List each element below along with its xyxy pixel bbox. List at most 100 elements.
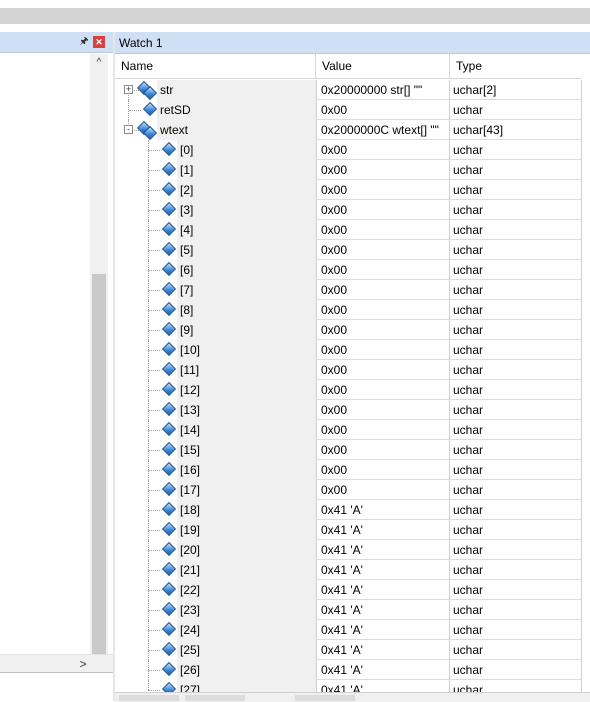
- watch-row[interactable]: [0] 0x00 uchar: [115, 140, 582, 160]
- value-cell[interactable]: 0x41 'A': [316, 560, 450, 580]
- close-icon[interactable]: ✕: [93, 36, 105, 48]
- value-cell[interactable]: 0x00: [316, 460, 450, 480]
- name-cell[interactable]: [22]: [115, 580, 316, 600]
- left-horizontal-scrollbar[interactable]: >: [0, 654, 113, 673]
- watch-row[interactable]: [22] 0x41 'A' uchar: [115, 580, 582, 600]
- watch-row[interactable]: [14] 0x00 uchar: [115, 420, 582, 440]
- watch-row[interactable]: [11] 0x00 uchar: [115, 360, 582, 380]
- bottom-tab[interactable]: [185, 695, 245, 701]
- name-cell[interactable]: [0]: [115, 140, 316, 160]
- value-cell[interactable]: 0x00: [316, 280, 450, 300]
- scroll-up-icon[interactable]: ^: [90, 54, 108, 72]
- watch-row[interactable]: [19] 0x41 'A' uchar: [115, 520, 582, 540]
- name-cell[interactable]: [5]: [115, 240, 316, 260]
- name-cell[interactable]: [19]: [115, 520, 316, 540]
- name-cell[interactable]: [24]: [115, 620, 316, 640]
- watch-row[interactable]: [8] 0x00 uchar: [115, 300, 582, 320]
- name-cell[interactable]: [1]: [115, 160, 316, 180]
- name-cell[interactable]: + str: [115, 80, 316, 101]
- value-cell[interactable]: 0x00: [316, 220, 450, 240]
- pin-icon[interactable]: 🖈: [78, 35, 90, 48]
- name-cell[interactable]: [16]: [115, 460, 316, 480]
- name-cell[interactable]: [26]: [115, 660, 316, 680]
- value-cell[interactable]: 0x00: [316, 340, 450, 360]
- name-cell[interactable]: [12]: [115, 380, 316, 400]
- watch-row[interactable]: [23] 0x41 'A' uchar: [115, 600, 582, 620]
- value-cell[interactable]: 0x00: [316, 440, 450, 460]
- watch-row[interactable]: [2] 0x00 uchar: [115, 180, 582, 200]
- scroll-thumb[interactable]: [92, 274, 106, 658]
- bottom-tab[interactable]: [119, 695, 179, 701]
- name-cell[interactable]: [9]: [115, 320, 316, 340]
- value-cell[interactable]: 0x00: [316, 420, 450, 440]
- watch-row[interactable]: [26] 0x41 'A' uchar: [115, 660, 582, 680]
- watch-row[interactable]: [6] 0x00 uchar: [115, 260, 582, 280]
- watch-row[interactable]: [16] 0x00 uchar: [115, 460, 582, 480]
- name-cell[interactable]: [15]: [115, 440, 316, 460]
- name-cell[interactable]: [13]: [115, 400, 316, 420]
- value-cell[interactable]: 0x41 'A': [316, 640, 450, 660]
- collapse-icon[interactable]: -: [124, 125, 133, 134]
- value-cell[interactable]: 0x00: [316, 400, 450, 420]
- left-vertical-scrollbar[interactable]: ^ v: [90, 54, 108, 682]
- name-cell[interactable]: [2]: [115, 180, 316, 200]
- name-cell[interactable]: [4]: [115, 220, 316, 240]
- value-cell[interactable]: 0x00: [316, 360, 450, 380]
- value-cell[interactable]: 0x41 'A': [316, 540, 450, 560]
- watch-row[interactable]: [1] 0x00 uchar: [115, 160, 582, 180]
- name-cell[interactable]: [17]: [115, 480, 316, 500]
- name-cell[interactable]: [11]: [115, 360, 316, 380]
- value-cell[interactable]: 0x41 'A': [316, 660, 450, 680]
- bottom-tab[interactable]: [295, 695, 355, 701]
- value-cell[interactable]: 0x00: [316, 320, 450, 340]
- watch-row[interactable]: [3] 0x00 uchar: [115, 200, 582, 220]
- watch-row[interactable]: - wtext 0x2000000C wtext[] "" uchar[43]: [115, 120, 582, 141]
- value-cell[interactable]: 0x00: [316, 260, 450, 280]
- value-cell[interactable]: 0x2000000C wtext[] "": [316, 120, 450, 140]
- column-header-name[interactable]: Name: [115, 54, 316, 78]
- value-cell[interactable]: 0x00: [316, 380, 450, 400]
- watch-row[interactable]: [5] 0x00 uchar: [115, 240, 582, 260]
- column-header-value[interactable]: Value: [316, 54, 450, 78]
- value-cell[interactable]: 0x00: [316, 100, 450, 120]
- name-cell[interactable]: [21]: [115, 560, 316, 580]
- value-cell[interactable]: 0x00: [316, 240, 450, 260]
- value-cell[interactable]: 0x20000000 str[] "": [316, 80, 450, 100]
- watch-row[interactable]: retSD 0x00 uchar: [115, 100, 582, 120]
- watch-row[interactable]: [24] 0x41 'A' uchar: [115, 620, 582, 640]
- watch-row[interactable]: [18] 0x41 'A' uchar: [115, 500, 582, 520]
- watch-row[interactable]: [15] 0x00 uchar: [115, 440, 582, 460]
- name-cell[interactable]: [20]: [115, 540, 316, 560]
- name-cell[interactable]: - wtext: [115, 120, 316, 141]
- value-cell[interactable]: 0x00: [316, 160, 450, 180]
- watch-row[interactable]: [12] 0x00 uchar: [115, 380, 582, 400]
- name-cell[interactable]: [7]: [115, 280, 316, 300]
- value-cell[interactable]: 0x41 'A': [316, 520, 450, 540]
- name-cell[interactable]: [10]: [115, 340, 316, 360]
- name-cell[interactable]: [8]: [115, 300, 316, 320]
- name-cell[interactable]: retSD: [115, 100, 316, 120]
- name-cell[interactable]: [23]: [115, 600, 316, 620]
- watch-row[interactable]: [21] 0x41 'A' uchar: [115, 560, 582, 580]
- watch-row[interactable]: [4] 0x00 uchar: [115, 220, 582, 240]
- value-cell[interactable]: 0x41 'A': [316, 600, 450, 620]
- name-cell[interactable]: [3]: [115, 200, 316, 220]
- value-cell[interactable]: 0x41 'A': [316, 620, 450, 640]
- watch-row[interactable]: [10] 0x00 uchar: [115, 340, 582, 360]
- value-cell[interactable]: 0x00: [316, 300, 450, 320]
- watch-row[interactable]: [9] 0x00 uchar: [115, 320, 582, 340]
- watch-row[interactable]: [7] 0x00 uchar: [115, 280, 582, 300]
- expand-icon[interactable]: +: [124, 85, 133, 94]
- value-cell[interactable]: 0x41 'A': [316, 500, 450, 520]
- value-cell[interactable]: 0x00: [316, 200, 450, 220]
- watch-row[interactable]: [25] 0x41 'A' uchar: [115, 640, 582, 660]
- watch-row[interactable]: [13] 0x00 uchar: [115, 400, 582, 420]
- watch-row[interactable]: + str 0x20000000 str[] "" uchar[2]: [115, 80, 582, 101]
- name-cell[interactable]: [14]: [115, 420, 316, 440]
- value-cell[interactable]: 0x00: [316, 180, 450, 200]
- name-cell[interactable]: [6]: [115, 260, 316, 280]
- name-cell[interactable]: [25]: [115, 640, 316, 660]
- value-cell[interactable]: 0x00: [316, 140, 450, 160]
- value-cell[interactable]: 0x41 'A': [316, 580, 450, 600]
- name-cell[interactable]: [18]: [115, 500, 316, 520]
